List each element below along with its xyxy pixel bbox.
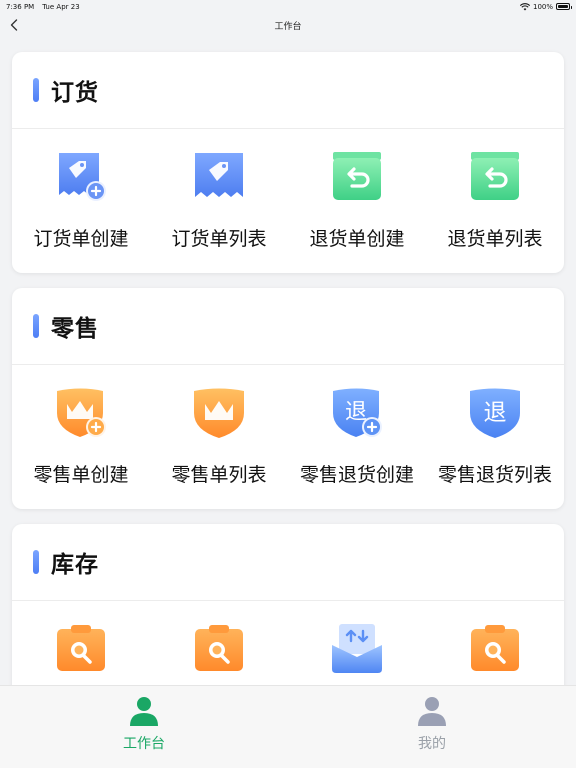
order-create-item[interactable]: 订货单创建: [12, 129, 150, 273]
return-box-icon: [333, 152, 381, 200]
item-label: 零售单创建: [33, 464, 129, 486]
inbox-transfer-icon: [332, 624, 382, 673]
back-button[interactable]: [6, 16, 22, 34]
tab-mine[interactable]: 我的: [288, 686, 576, 768]
person-icon: [418, 697, 446, 726]
return-create-item[interactable]: 退货单创建: [288, 129, 426, 273]
section-accent-bar: [33, 78, 39, 102]
section-title: 订货: [51, 80, 99, 106]
retail-return-list-item[interactable]: 退 零售退货列表: [426, 365, 564, 509]
tag-receipt-add-icon: [59, 153, 106, 201]
tab-label: 工作台: [123, 736, 165, 752]
status-bar: 7:36 PM Tue Apr 23 100%: [0, 0, 576, 13]
inventory-item-2[interactable]: [150, 601, 288, 685]
section-grid: 订货单创建 订货单列表 退货单创建 退货单列表: [12, 129, 564, 273]
clipboard-search-icon: [471, 625, 519, 671]
item-label: 零售单列表: [171, 464, 267, 486]
chevron-left-icon: [10, 19, 18, 31]
section-retail: 零售 零售单创建 零售单列表 退 零售退货创建 退 零售退货列表: [12, 288, 564, 509]
item-label: 退货单列表: [447, 228, 543, 250]
return-shield-icon: 退: [470, 388, 520, 438]
section-title: 库存: [51, 552, 99, 578]
inventory-item-1[interactable]: [12, 601, 150, 685]
content: 订货 订货单创建 订货单列表 退货单创建 退货单列表 零售 零售单创建 零售单列…: [0, 37, 576, 685]
wifi-icon: [519, 2, 530, 10]
section-order: 订货 订货单创建 订货单列表 退货单创建 退货单列表: [12, 52, 564, 273]
clipboard-search-icon: [195, 625, 243, 671]
tab-label: 我的: [418, 736, 446, 752]
crown-shield-icon: [194, 388, 244, 438]
section-grid: 零售单创建 零售单列表 退 零售退货创建 退 零售退货列表: [12, 365, 564, 509]
inventory-item-3[interactable]: [288, 601, 426, 685]
order-list-item[interactable]: 订货单列表: [150, 129, 288, 273]
return-glyph: 退: [484, 400, 507, 426]
status-date: Tue Apr 23: [42, 2, 80, 11]
status-right: 100%: [519, 2, 572, 11]
retail-list-item[interactable]: 零售单列表: [150, 365, 288, 509]
tab-bar: 工作台 我的: [0, 685, 576, 768]
clipboard-search-icon: [57, 625, 105, 671]
section-header: 订货: [12, 52, 564, 129]
nav-bar: 工作台: [0, 13, 576, 37]
retail-return-create-item[interactable]: 退 零售退货创建: [288, 365, 426, 509]
item-label: 零售退货列表: [437, 464, 552, 486]
crown-shield-add-icon: [57, 388, 106, 437]
return-shield-add-icon: 退: [333, 388, 382, 437]
section-header: 库存: [12, 524, 564, 601]
person-icon: [130, 697, 158, 726]
tag-receipt-icon: [195, 153, 243, 197]
battery-percent: 100%: [532, 2, 553, 11]
item-label: 订货单创建: [33, 228, 129, 250]
status-time: 7:36 PM: [6, 2, 35, 11]
return-box-icon: [471, 152, 519, 200]
item-label: 零售退货创建: [299, 464, 414, 486]
inventory-item-4[interactable]: [426, 601, 564, 685]
section-inventory: 库存: [12, 524, 564, 685]
item-label: 退货单创建: [309, 228, 405, 250]
return-glyph: 退: [345, 400, 367, 425]
battery-icon: [556, 3, 572, 10]
return-list-item[interactable]: 退货单列表: [426, 129, 564, 273]
section-grid: [12, 601, 564, 685]
item-label: 订货单列表: [171, 228, 267, 250]
tab-workbench[interactable]: 工作台: [0, 686, 288, 768]
section-header: 零售: [12, 288, 564, 365]
page-title: 工作台: [274, 21, 302, 32]
retail-create-item[interactable]: 零售单创建: [12, 365, 150, 509]
section-accent-bar: [33, 314, 39, 338]
section-accent-bar: [33, 550, 39, 574]
section-title: 零售: [51, 316, 99, 342]
